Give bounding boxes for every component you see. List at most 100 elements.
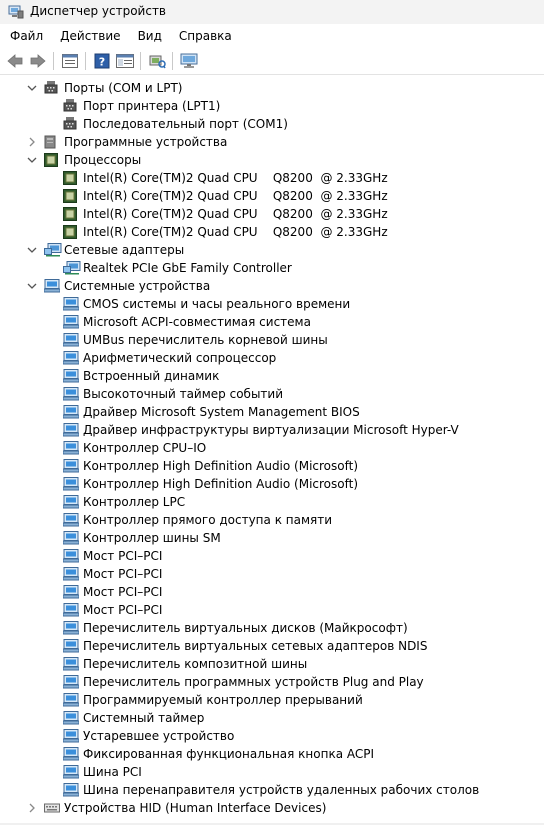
properties-icon [62,54,78,68]
tree-node-label: Программные устройства [64,135,228,149]
tree-device[interactable]: Intel(R) Core(TM)2 Quad CPU Q8200 @ 2.33… [0,169,544,187]
tree-category[interactable]: Системные устройства [0,277,544,295]
tree-node-label: Перечислитель программных устройств Plug… [83,675,424,689]
tree-node-label: Процессоры [64,153,142,167]
system-device-icon [62,603,80,617]
window-title: Диспетчер устройств [30,4,167,18]
tree-device[interactable]: Шина перенаправителя устройств удаленных… [0,781,544,799]
tree-device[interactable]: Мост PCI–PCI [0,583,544,601]
tree-device[interactable]: Арифметический сопроцессор [0,349,544,367]
system-device-icon [62,639,80,653]
tree-device[interactable]: Контроллер High Definition Audio (Micros… [0,457,544,475]
processor-icon [63,189,79,203]
help-button[interactable]: ? [91,50,113,72]
tree-device[interactable]: Перечислитель программных устройств Plug… [0,673,544,691]
tree-node-label: Высокоточный таймер событий [83,387,284,401]
chevron-down-icon[interactable] [26,79,38,97]
tree-device[interactable]: Встроенный динамик [0,367,544,385]
forward-button[interactable] [27,50,49,72]
system-device-icon [62,531,80,545]
system-device-icon [62,783,80,797]
tree-device[interactable]: Порт принтера (LPT1) [0,97,544,115]
tree-device[interactable]: Перечислитель виртуальных сетевых адапте… [0,637,544,655]
tree-device[interactable]: Перечислитель виртуальных дисков (Майкро… [0,619,544,637]
monitor-button[interactable] [178,50,200,72]
device-manager-icon [8,4,24,23]
tree-category[interactable]: Сетевые адаптеры [0,241,544,259]
tree-device[interactable]: Последовательный порт (COM1) [0,115,544,133]
system-device-icon [62,297,80,311]
help-icon: ? [94,53,110,69]
svg-text:?: ? [99,56,105,69]
tree-device[interactable]: Перечислитель композитной шины [0,655,544,673]
port-icon [44,81,60,95]
system-device-icon [62,495,80,509]
tree-category[interactable]: Программные устройства [0,133,544,151]
toolbar-separator [172,52,173,70]
tree-category[interactable]: Устройства HID (Human Interface Devices) [0,799,544,817]
tree-device[interactable]: Realtek PCIe GbE Family Controller [0,259,544,277]
system-device-icon [62,405,80,419]
system-device-icon [62,729,80,743]
chevron-right-icon[interactable] [26,133,38,151]
system-device-icon [62,567,80,581]
toolbar-separator [140,52,141,70]
tree-device[interactable]: Высокоточный таймер событий [0,385,544,403]
tree-category[interactable]: Порты (COM и LPT) [0,79,544,97]
tree-device[interactable]: Контроллер High Definition Audio (Micros… [0,475,544,493]
tree-device[interactable]: Мост PCI–PCI [0,565,544,583]
tree-category[interactable]: Процессоры [0,151,544,169]
system-device-icon [62,513,80,527]
device-tree[interactable]: Порты (COM и LPT) Порт принтера (LPT1) Пос… [0,79,544,823]
back-button[interactable] [4,50,26,72]
menu-item[interactable]: Справка [169,26,239,46]
tree-node-label: Арифметический сопроцессор [83,351,277,365]
properties-button[interactable] [59,50,81,72]
tree-device[interactable]: UMBus перечислитель корневой шины [0,331,544,349]
tree-node-label: Перечислитель композитной шины [83,657,308,671]
tree-device[interactable]: Контроллер CPU–IO [0,439,544,457]
tree-node-label: Шина PCI [83,765,142,779]
tree-device[interactable]: Фиксированная функциональная кнопка ACPI [0,745,544,763]
tree-device[interactable]: Intel(R) Core(TM)2 Quad CPU Q8200 @ 2.33… [0,205,544,223]
chevron-right-icon[interactable] [26,799,38,817]
menu-item[interactable]: Файл [0,26,50,46]
tree-device[interactable]: Шина PCI [0,763,544,781]
tree-device[interactable]: Контроллер прямого доступа к памяти [0,511,544,529]
chevron-down-icon[interactable] [26,277,38,295]
tree-node-label: Порты (COM и LPT) [64,81,183,95]
tree-device[interactable]: Драйвер Microsoft System Management BIOS [0,403,544,421]
tree-device[interactable]: CMOS системы и часы реального времени [0,295,544,313]
show-hide-console-tree-button[interactable] [114,50,136,72]
tree-node-label: Перечислитель виртуальных сетевых адапте… [83,639,428,653]
tree-node-label: Контроллер шины SM [83,531,221,545]
tree-device[interactable]: Устаревшее устройство [0,727,544,745]
tree-node-label: Встроенный динамик [83,369,220,383]
chevron-down-icon[interactable] [26,241,38,259]
tree-node-label: Шина перенаправителя устройств удаленных… [83,783,480,797]
menu-item[interactable]: Вид [128,26,169,46]
tree-device[interactable]: Системный таймер [0,709,544,727]
tree-device[interactable]: Microsoft ACPI-совместимая система [0,313,544,331]
tree-device[interactable]: Контроллер LPC [0,493,544,511]
system-device-icon [62,423,80,437]
tree-node-label: Драйвер инфраструктуры виртуализации Mic… [83,423,459,437]
tree-device[interactable]: Контроллер шины SM [0,529,544,547]
menu-item[interactable]: Действие [50,26,127,46]
tree-node-label: Intel(R) Core(TM)2 Quad CPU Q8200 @ 2.33… [83,207,388,221]
tree-node-label: CMOS системы и часы реального времени [83,297,351,311]
system-device-icon [62,459,80,473]
processor-icon [63,225,79,239]
tree-device[interactable]: Intel(R) Core(TM)2 Quad CPU Q8200 @ 2.33… [0,223,544,241]
scan-hardware-button[interactable] [146,50,168,72]
system-device-icon [62,585,80,599]
tree-device[interactable]: Драйвер инфраструктуры виртуализации Mic… [0,421,544,439]
tree-device[interactable]: Программируемый контроллер прерываний [0,691,544,709]
tree-device[interactable]: Мост PCI–PCI [0,547,544,565]
tree-node-label: Системные устройства [64,279,211,293]
chevron-down-icon[interactable] [26,151,38,169]
tree-device[interactable]: Мост PCI–PCI [0,601,544,619]
monitor-icon [180,53,198,69]
tree-node-label: Последовательный порт (COM1) [83,117,288,131]
tree-device[interactable]: Intel(R) Core(TM)2 Quad CPU Q8200 @ 2.33… [0,187,544,205]
